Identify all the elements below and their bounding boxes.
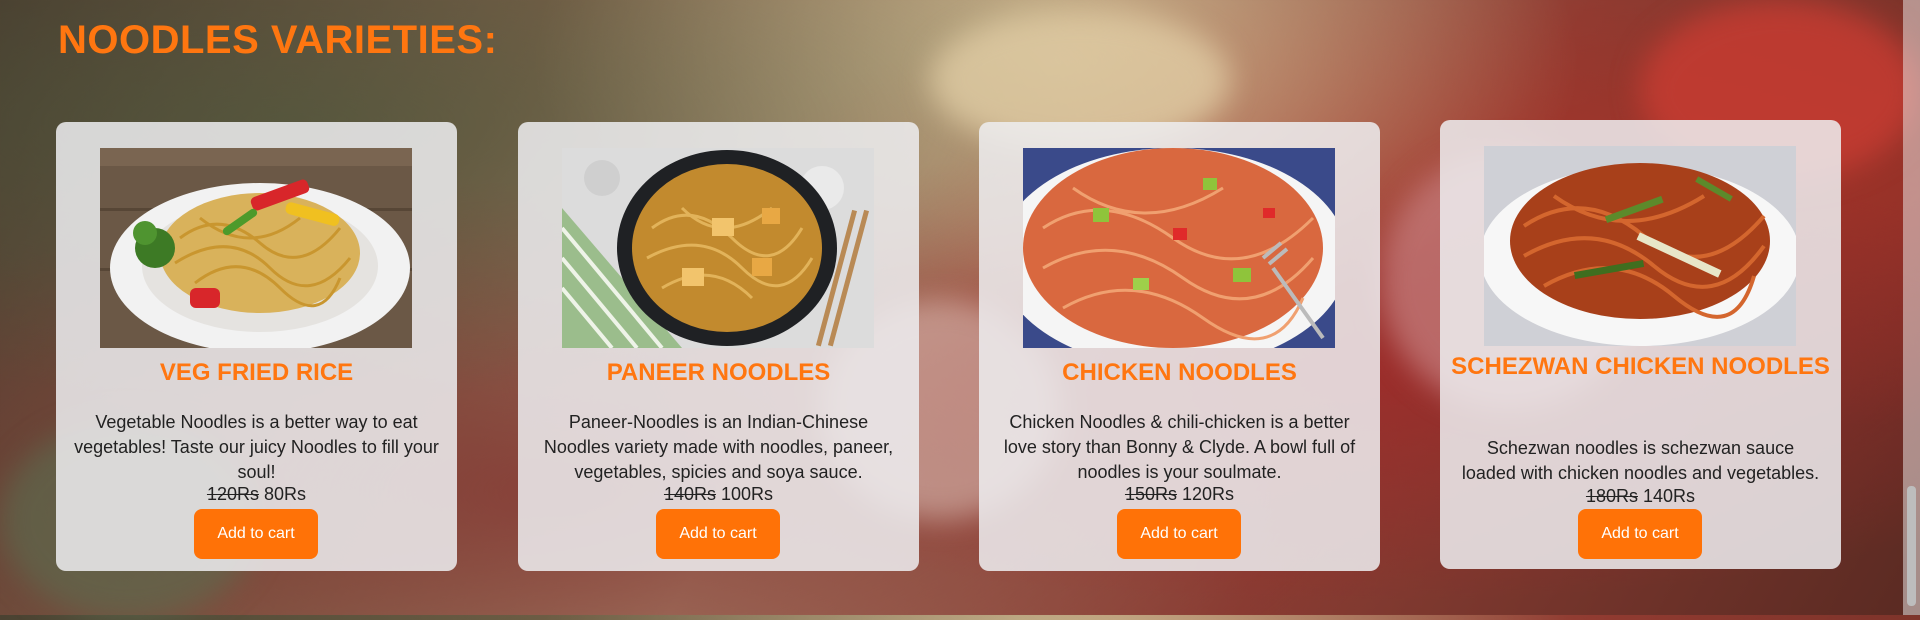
product-card-veg-fried-rice: VEG FRIED RICE Vegetable Noodles is a be… (56, 122, 457, 571)
product-card-chicken-noodles: CHICKEN NOODLES Chicken Noodles & chili-… (979, 122, 1380, 571)
product-description: Chicken Noodles & chili-chicken is a bet… (1003, 412, 1356, 482)
product-card-schezwan-chicken-noodles: SCHEZWAN CHICKEN NOODLES Schezwan noodle… (1440, 120, 1841, 569)
product-description: Paneer-Noodles is an Indian-Chinese Nood… (543, 412, 894, 482)
product-price: 180Rs 140Rs (1440, 486, 1841, 507)
old-price: 140Rs (663, 484, 716, 504)
product-title: CHICKEN NOODLES (1062, 359, 1297, 386)
new-price: 140Rs (1643, 486, 1696, 506)
product-price: 120Rs 80Rs (56, 484, 457, 505)
product-title: VEG FRIED RICE (159, 359, 354, 386)
old-price: 150Rs (1124, 484, 1177, 504)
product-image-veg-noodles (100, 148, 412, 348)
product-image-chicken-noodles (1023, 148, 1335, 348)
new-price: 100Rs (721, 484, 774, 504)
product-title: SCHEZWAN CHICKEN NOODLES (1451, 353, 1830, 380)
section-title: NOODLES VARIETIES: (58, 18, 498, 62)
add-to-cart-button[interactable]: Add to cart (656, 509, 780, 559)
product-price: 150Rs 120Rs (979, 484, 1380, 505)
product-image-schezwan-noodles (1484, 146, 1796, 346)
product-card-paneer-noodles: PANEER NOODLES Paneer-Noodles is an Indi… (518, 122, 919, 571)
product-cards: VEG FRIED RICE Vegetable Noodles is a be… (56, 120, 1842, 572)
product-description: Vegetable Noodles is a better way to eat… (74, 412, 439, 482)
add-to-cart-button[interactable]: Add to cart (194, 509, 318, 559)
product-image-paneer-noodles (562, 148, 874, 348)
new-price: 120Rs (1182, 484, 1235, 504)
old-price: 120Rs (206, 484, 259, 504)
old-price: 180Rs (1585, 486, 1638, 506)
new-price: 80Rs (264, 484, 307, 504)
product-description: Schezwan noodles is schezwan sauce loade… (1461, 438, 1820, 483)
add-to-cart-button[interactable]: Add to cart (1578, 509, 1702, 559)
add-to-cart-button[interactable]: Add to cart (1117, 509, 1241, 559)
scrollbar-thumb[interactable] (1907, 486, 1916, 606)
page-scrollbar[interactable] (1903, 0, 1920, 615)
product-price: 140Rs 100Rs (518, 484, 919, 505)
product-title: PANEER NOODLES (606, 359, 831, 386)
